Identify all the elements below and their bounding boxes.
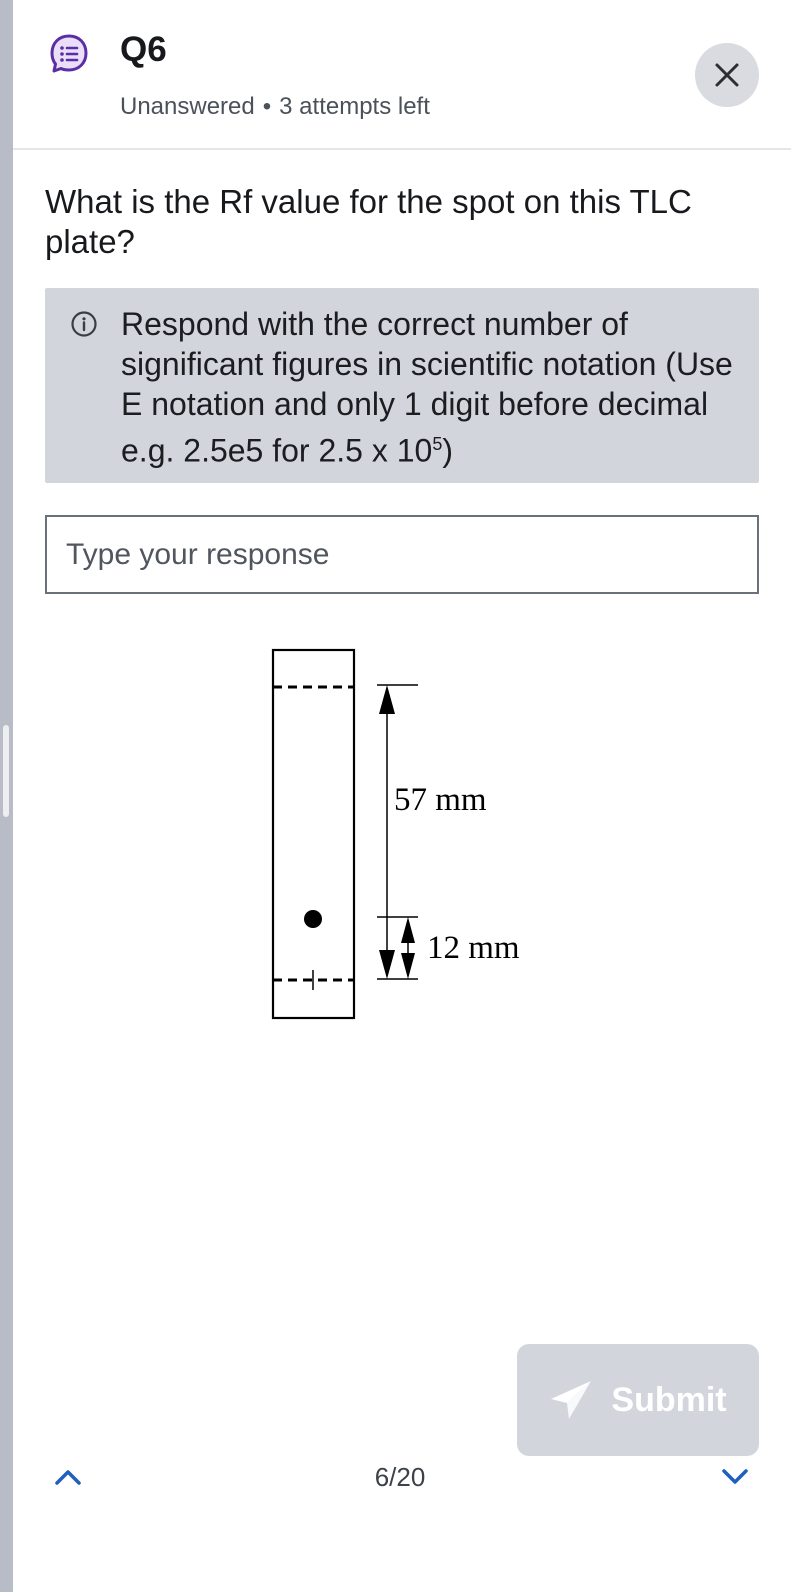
answer-status: Unanswered (120, 93, 255, 120)
hint-text-main: Respond with the correct number of signi… (121, 306, 733, 469)
chevron-down-icon[interactable] (720, 1462, 750, 1492)
response-input[interactable] (45, 515, 759, 594)
hint-text: Respond with the correct number of signi… (121, 304, 741, 471)
submit-button[interactable]: Submit (517, 1344, 759, 1456)
spot-distance-label: 12 mm (427, 930, 520, 966)
question-header: Q6 Unanswered • 3 attempts left (13, 0, 791, 150)
question-title: Q6 (120, 30, 167, 69)
info-icon (71, 311, 97, 337)
chevron-up-icon[interactable] (53, 1462, 83, 1492)
attempts-left: 3 attempts left (279, 93, 430, 120)
tlc-plate-figure: 57 mm 12 mm (271, 648, 520, 1020)
hint-text-end: ) (442, 432, 453, 469)
question-status: Unanswered • 3 attempts left (120, 93, 430, 121)
question-list-icon (50, 34, 88, 73)
close-button[interactable] (695, 43, 759, 107)
hint-box: Respond with the correct number of signi… (45, 288, 759, 483)
status-separator: • (262, 93, 272, 120)
question-text: What is the Rf value for the spot on thi… (45, 183, 692, 260)
submit-label: Submit (611, 1380, 727, 1419)
page-counter: 6/20 (374, 1462, 426, 1492)
solvent-distance-label: 57 mm (394, 782, 487, 818)
hint-superscript: 5 (432, 434, 443, 454)
close-icon (715, 63, 739, 87)
send-icon (551, 1381, 592, 1419)
drag-handle[interactable] (3, 725, 9, 817)
